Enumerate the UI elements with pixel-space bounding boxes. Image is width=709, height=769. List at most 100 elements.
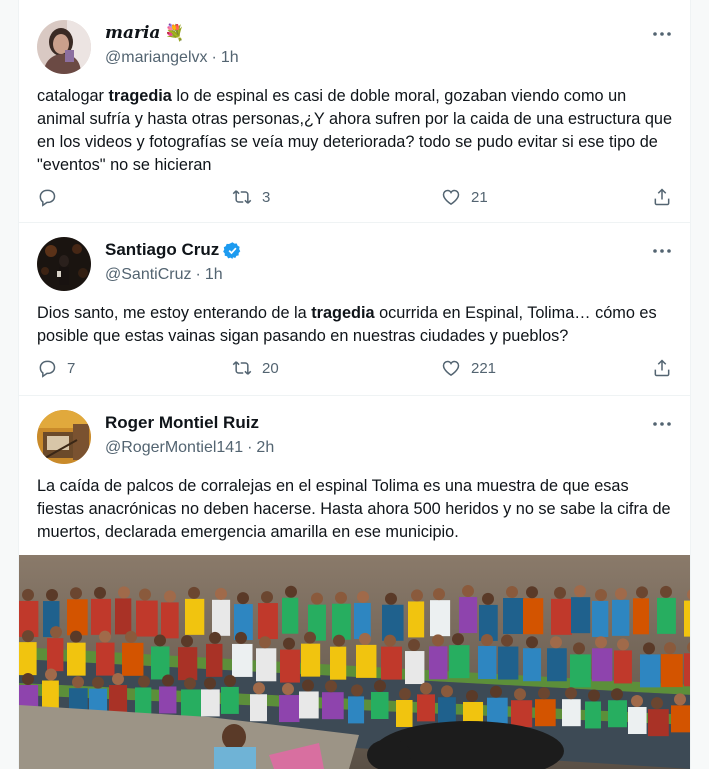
- spectator-body: [206, 643, 223, 677]
- share-button[interactable]: [652, 187, 672, 207]
- display-name[interactable]: Roger Montiel Ruiz: [105, 412, 274, 434]
- handle[interactable]: @mariangelvx: [105, 49, 208, 66]
- spectator-body: [551, 598, 572, 635]
- spectator-body: [332, 603, 351, 640]
- display-name[interactable]: Santiago Cruz: [105, 239, 242, 261]
- spectator-head: [433, 588, 445, 601]
- share-button[interactable]: [652, 358, 672, 378]
- spectator-body: [151, 646, 170, 680]
- spectator-head: [99, 630, 111, 643]
- tweet-text: Dios santo, me estoy enterando de la tra…: [37, 302, 677, 348]
- spectator-body: [585, 701, 602, 729]
- spectator-head: [164, 590, 176, 603]
- spectator-body: [523, 648, 542, 682]
- like-button[interactable]: 21: [441, 187, 488, 207]
- spectator-head: [574, 585, 586, 598]
- spectator-body: [250, 694, 268, 722]
- display-name-text: Roger Montiel Ruiz: [105, 413, 259, 432]
- spectator-body: [478, 646, 497, 680]
- spectator-head: [611, 688, 623, 701]
- spectator-body: [614, 650, 632, 684]
- spectator-body: [136, 600, 158, 637]
- spectator-body: [258, 603, 278, 640]
- spectator-body: [47, 638, 64, 672]
- spectator-body: [612, 599, 630, 636]
- retweet-button[interactable]: 20: [232, 358, 279, 378]
- spectator-head: [359, 632, 371, 645]
- handle[interactable]: @SantiCruz: [105, 266, 192, 283]
- spectator-body: [562, 699, 581, 727]
- spectator-head: [253, 682, 265, 695]
- spectator-head: [22, 630, 34, 643]
- timestamp[interactable]: 1h: [221, 49, 239, 66]
- like-button[interactable]: 221: [441, 358, 496, 378]
- spectator-body: [671, 705, 690, 733]
- spectator-head: [139, 588, 151, 601]
- tweet[interactable]: Santiago Cruz @SantiCruz · 1h Dios santo, …: [19, 223, 690, 396]
- spectator-head: [664, 642, 676, 655]
- spectator-body: [348, 696, 365, 724]
- spectator-body: [109, 685, 128, 713]
- reply-icon: [39, 189, 56, 207]
- spectator-head: [261, 591, 273, 604]
- spectator-body: [356, 644, 377, 678]
- spectator-body: [301, 643, 321, 677]
- spectator-head: [94, 586, 106, 599]
- spectator-head: [660, 585, 672, 598]
- avatar[interactable]: [37, 237, 91, 291]
- spectator-body: [547, 648, 567, 682]
- like-count: 21: [471, 188, 488, 206]
- spectator-head: [162, 674, 174, 687]
- spectator-head: [154, 634, 166, 647]
- crowd-photo: [19, 555, 690, 769]
- reply-button[interactable]: [37, 187, 67, 207]
- spectator-body: [396, 699, 413, 727]
- spectator-head: [224, 674, 236, 687]
- spectator-body: [67, 599, 88, 636]
- spectator-body: [91, 598, 112, 635]
- tweet-actions: 7 20 221: [37, 358, 672, 382]
- spectator-body: [280, 649, 300, 683]
- spectator-head: [125, 630, 137, 643]
- timestamp[interactable]: 1h: [205, 266, 223, 283]
- tweet-photo[interactable]: [19, 555, 690, 769]
- timestamp[interactable]: 2h: [256, 439, 274, 456]
- more-icon[interactable]: [652, 414, 672, 434]
- spectator-body: [523, 598, 544, 635]
- like-icon: [442, 189, 460, 205]
- spectator-head: [22, 588, 34, 601]
- reply-button[interactable]: 7: [37, 358, 75, 378]
- spectator-head: [432, 634, 444, 647]
- display-name[interactable]: maria 💐: [105, 22, 239, 44]
- spectator-head: [351, 684, 363, 697]
- avatar[interactable]: [37, 410, 91, 464]
- separator: ·: [195, 266, 201, 283]
- avatar[interactable]: [37, 20, 91, 74]
- spectator-body: [381, 646, 402, 680]
- spectator-head: [441, 685, 453, 698]
- spectator-body: [648, 709, 669, 737]
- share-icon: [654, 188, 670, 206]
- spectator-head: [595, 588, 607, 601]
- spectator-body: [459, 597, 478, 634]
- more-icon[interactable]: [652, 241, 672, 261]
- spectator-head: [209, 631, 221, 644]
- spectator-body: [408, 601, 425, 638]
- spectator-body: [405, 651, 425, 685]
- spectator-head: [235, 631, 247, 644]
- handle[interactable]: @RogerMontiel141: [105, 439, 243, 456]
- spectator-head: [70, 587, 82, 600]
- tweet[interactable]: maria 💐 @mariangelvx · 1h catalogar traged…: [19, 0, 690, 223]
- more-icon[interactable]: [652, 24, 672, 44]
- spectator-head: [481, 634, 493, 647]
- spectator-head: [411, 589, 423, 602]
- spectator-head: [70, 630, 82, 643]
- spectator-head: [385, 592, 397, 605]
- display-name-text: maria: [105, 23, 161, 43]
- spectator-head: [72, 676, 84, 689]
- spectator-head: [615, 587, 627, 600]
- tweet-text-highlight: tragedia: [108, 87, 172, 105]
- spectator-body: [178, 647, 198, 681]
- retweet-count: 20: [262, 359, 279, 377]
- retweet-button[interactable]: 3: [232, 187, 270, 207]
